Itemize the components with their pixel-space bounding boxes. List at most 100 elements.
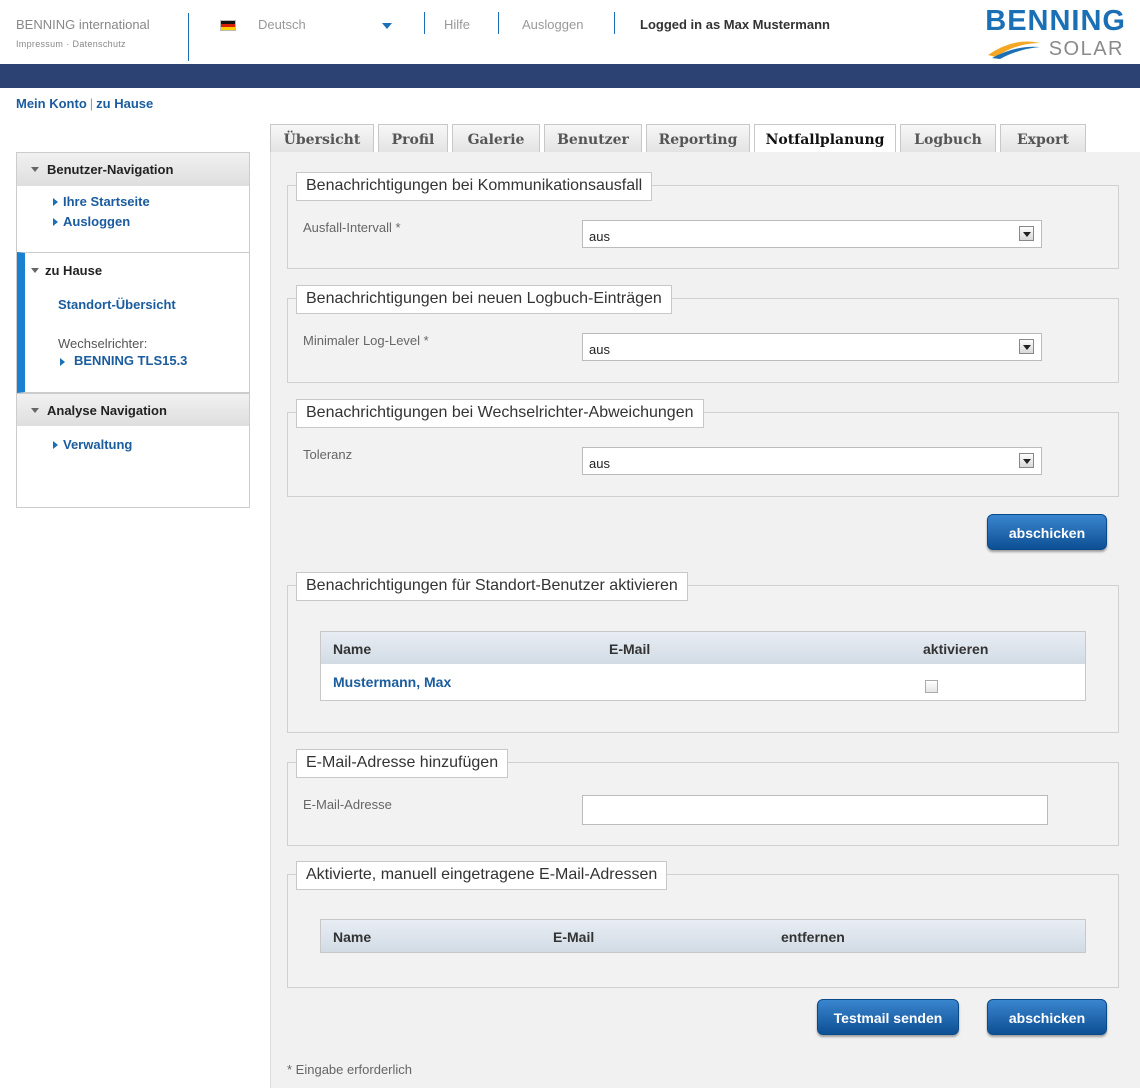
sidebar-item-label[interactable]: Ihre Startseite — [63, 194, 150, 209]
analysis-navigation-header[interactable]: Analyse Navigation — [17, 393, 249, 426]
submit-button-top[interactable]: abschicken — [987, 514, 1107, 550]
user-name-link[interactable]: Mustermann, Max — [333, 674, 451, 690]
logo-title: BENNING — [985, 5, 1126, 37]
header: BENNING international Impressum · Datensch… — [0, 0, 1140, 64]
add-email-legend: E-Mail-Adresse hinzufügen — [296, 749, 509, 778]
email-address-input[interactable] — [582, 795, 1048, 825]
header-divider — [614, 12, 615, 34]
sidebar-item-label[interactable]: Ausloggen — [63, 214, 130, 229]
arrow-right-icon — [53, 441, 58, 449]
breadcrumb-zu-hause[interactable]: zu Hause — [96, 96, 153, 111]
column-name: Name — [333, 929, 372, 945]
tab-notfallplanung[interactable]: Notfallplanung — [754, 124, 896, 154]
analysis-navigation-title: Analyse Navigation — [47, 403, 167, 418]
german-flag-icon[interactable] — [220, 20, 236, 31]
comm-failure-section: Benachrichtigungen bei Kommunikationsaus… — [287, 172, 1119, 269]
manual-emails-table: Name E-Mail entfernen — [320, 919, 1086, 953]
arrow-right-icon — [60, 358, 65, 366]
brand-name: BENNING international — [16, 17, 150, 32]
home-section: zu Hause Standort-Übersicht Wechselricht… — [17, 252, 249, 393]
select-value: aus — [589, 229, 610, 244]
column-email: E-Mail — [609, 641, 651, 657]
table-row: Mustermann, Max — [321, 664, 1085, 700]
location-overview-link[interactable]: Standort-Übersicht — [58, 297, 176, 312]
column-name: Name — [333, 641, 372, 657]
arrow-right-icon — [53, 218, 58, 226]
top-navigation-bar — [0, 64, 1140, 88]
email-address-label: E-Mail-Adresse — [303, 797, 392, 812]
manual-emails-section: Aktivierte, manuell eingetragene E-Mail-… — [287, 861, 1119, 988]
tab-reporting[interactable]: Reporting — [646, 124, 750, 153]
sidebar-item-label[interactable]: Verwaltung — [63, 437, 132, 452]
inverter-deviation-legend: Benachrichtigungen bei Wechselrichter-Ab… — [296, 399, 704, 428]
home-section-title: zu Hause — [45, 263, 103, 278]
submit-button-bottom[interactable]: abschicken — [987, 999, 1107, 1035]
tab-uebersicht[interactable]: Übersicht — [270, 124, 374, 153]
home-section-header[interactable]: zu Hause — [31, 263, 103, 278]
help-link[interactable]: Hilfe — [444, 17, 470, 32]
select-value: aus — [589, 342, 610, 357]
table-header: Name E-Mail aktivieren — [321, 632, 1085, 664]
table-header: Name E-Mail entfernen — [321, 920, 1085, 952]
send-testmail-button[interactable]: Testmail senden — [817, 999, 959, 1035]
footer-links: Impressum · Datenschutz — [16, 39, 126, 49]
site-users-legend: Benachrichtigungen für Standort-Benutzer… — [296, 572, 688, 601]
tab-profil[interactable]: Profil — [378, 124, 448, 153]
header-divider — [188, 13, 189, 61]
add-email-section: E-Mail-Adresse hinzufügen E-Mail-Adresse — [287, 749, 1119, 846]
failure-interval-label: Ausfall-Intervall * — [303, 220, 401, 235]
sun-swoosh-icon — [988, 41, 1040, 59]
breadcrumb-mein-konto[interactable]: Mein Konto — [16, 96, 87, 111]
tolerance-select[interactable]: aus — [582, 447, 1042, 475]
sidebar: Benutzer-Navigation Ihre Startseite Ausl… — [16, 152, 250, 508]
inverter-deviation-section: Benachrichtigungen bei Wechselrichter-Ab… — [287, 399, 1119, 497]
breadcrumb: Mein Konto | zu Hause — [16, 96, 153, 111]
select-value: aus — [589, 456, 610, 471]
min-log-level-select[interactable]: aus — [582, 333, 1042, 361]
sidebar-item-verwaltung[interactable]: Verwaltung — [17, 435, 249, 455]
logo-subtitle: SOLAR — [1048, 38, 1124, 60]
sidebar-item-startseite[interactable]: Ihre Startseite — [17, 192, 249, 212]
inverter-label: Wechselrichter: — [58, 336, 148, 351]
column-activate: aktivieren — [923, 641, 989, 657]
impressum-link[interactable]: Impressum — [16, 39, 63, 49]
site-users-table: Name E-Mail aktivieren Mustermann, Max — [320, 631, 1086, 701]
chevron-down-icon[interactable] — [1019, 453, 1034, 468]
required-field-note: * Eingabe erforderlich — [287, 1062, 413, 1077]
collapse-triangle-icon — [31, 408, 39, 413]
log-entries-section: Benachrichtigungen bei neuen Logbuch-Ein… — [287, 285, 1119, 383]
header-divider — [498, 12, 499, 34]
chevron-down-icon[interactable] — [1019, 339, 1034, 354]
tolerance-label: Toleranz — [303, 447, 353, 462]
main-content: Benachrichtigungen bei Kommunikationsaus… — [270, 152, 1140, 1088]
chevron-down-icon[interactable] — [1019, 226, 1034, 241]
user-navigation-title: Benutzer-Navigation — [47, 162, 174, 177]
manual-emails-legend: Aktivierte, manuell eingetragene E-Mail-… — [296, 861, 668, 890]
logout-link[interactable]: Ausloggen — [522, 17, 583, 32]
tab-export[interactable]: Export — [1000, 124, 1086, 153]
collapse-triangle-icon — [31, 268, 39, 273]
site-users-section: Benachrichtigungen für Standort-Benutzer… — [287, 572, 1119, 733]
logged-in-status: Logged in as Max Mustermann — [640, 17, 830, 32]
link-separator: · — [66, 39, 70, 49]
language-select[interactable]: Deutsch — [258, 17, 306, 32]
log-entries-legend: Benachrichtigungen bei neuen Logbuch-Ein… — [296, 285, 672, 314]
comm-failure-legend: Benachrichtigungen bei Kommunikationsaus… — [296, 172, 653, 201]
min-log-level-label: Minimaler Log-Level * — [303, 333, 429, 348]
datenschutz-link[interactable]: Datenschutz — [73, 39, 126, 49]
header-divider — [424, 12, 425, 34]
breadcrumb-separator: | — [89, 96, 94, 111]
tab-benutzer[interactable]: Benutzer — [544, 124, 642, 153]
arrow-right-icon — [53, 198, 58, 206]
sidebar-item-inverter[interactable]: BENNING TLS15.3 — [58, 353, 187, 368]
benning-solar-logo[interactable]: BENNING SOLAR — [968, 5, 1128, 61]
inverter-link[interactable]: BENNING TLS15.3 — [74, 353, 187, 368]
failure-interval-select[interactable]: aus — [582, 220, 1042, 248]
activate-checkbox[interactable] — [925, 680, 938, 693]
collapse-triangle-icon — [31, 167, 39, 172]
chevron-down-icon[interactable] — [382, 23, 392, 29]
tab-galerie[interactable]: Galerie — [452, 124, 540, 153]
sidebar-item-ausloggen[interactable]: Ausloggen — [17, 212, 249, 232]
tab-logbuch[interactable]: Logbuch — [900, 124, 996, 153]
user-navigation-header[interactable]: Benutzer-Navigation — [17, 153, 249, 186]
